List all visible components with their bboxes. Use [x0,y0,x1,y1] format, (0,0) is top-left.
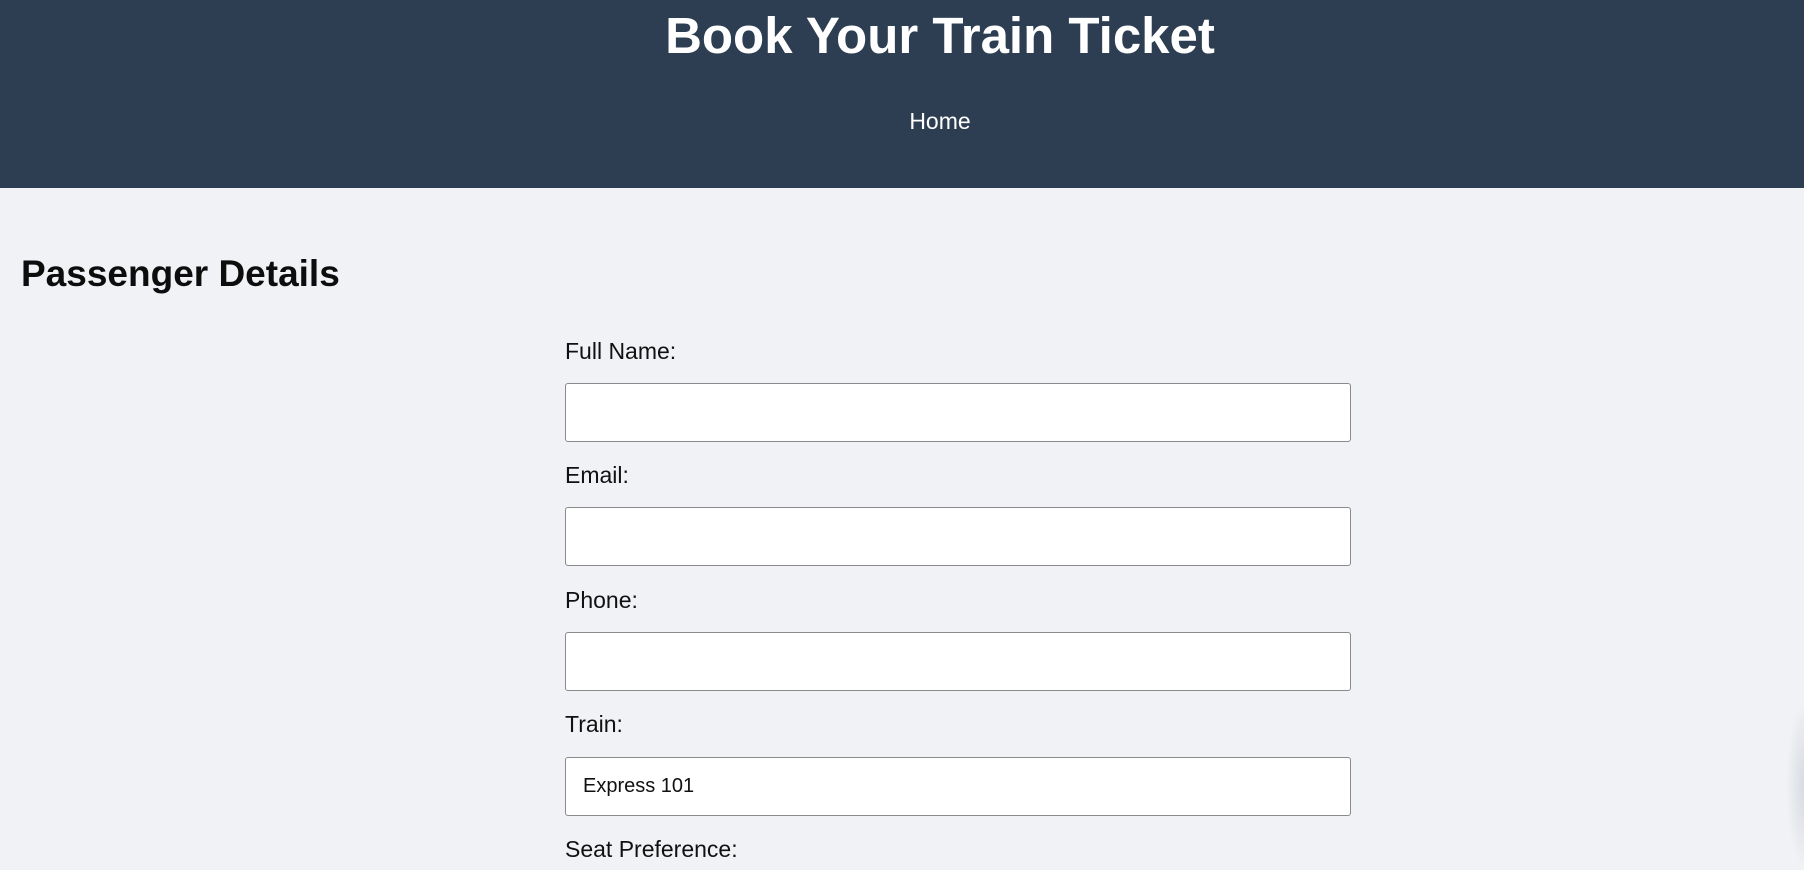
train-input[interactable] [565,757,1351,816]
full-name-input[interactable] [565,383,1351,442]
phone-label: Phone: [565,587,638,613]
page-title: Book Your Train Ticket [665,7,1215,64]
site-header: Book Your Train Ticket Home [0,0,1804,188]
section-title: Passenger Details [21,253,340,294]
train-label: Train: [565,711,623,737]
scroll-indicator-shadow [1786,700,1804,870]
full-name-label: Full Name: [565,338,677,364]
email-label: Email: [565,462,629,488]
phone-input[interactable] [565,632,1351,691]
email-input[interactable] [565,507,1351,566]
nav-home-link[interactable]: Home [0,106,1804,136]
